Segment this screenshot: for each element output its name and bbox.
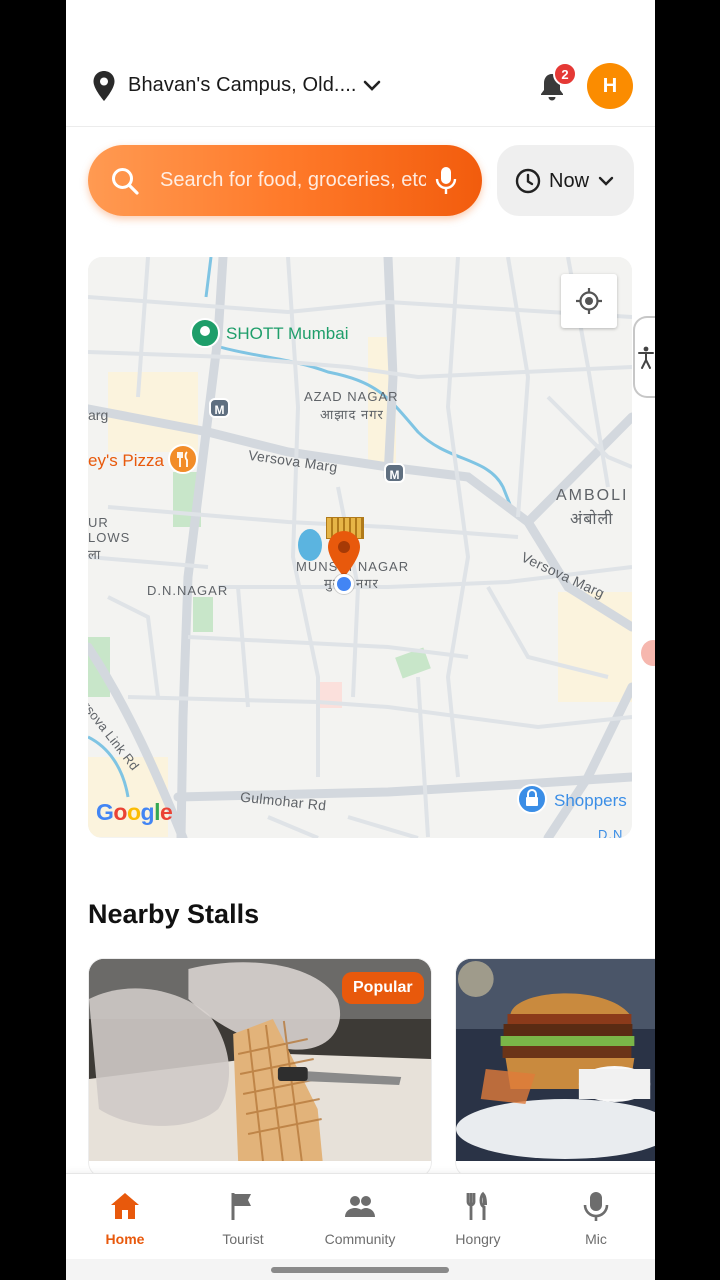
nav-mic[interactable]: Mic	[537, 1174, 655, 1260]
nav-home-label: Home	[105, 1231, 145, 1247]
map-label-shoppers: Shoppers	[554, 791, 627, 810]
app-screen: Bhavan's Campus, Old.... 2 H Search for …	[66, 0, 655, 1280]
location-selector[interactable]: Bhavan's Campus, Old....	[128, 74, 357, 97]
avatar[interactable]: H	[587, 63, 633, 109]
search-icon	[112, 168, 139, 195]
metro-icon: M	[384, 463, 405, 483]
mic-icon	[583, 1192, 609, 1221]
map-label-bungalows: UR	[88, 515, 109, 530]
nearby-stalls-title: Nearby Stalls	[88, 899, 260, 929]
bottom-navigation: Home Tourist Community Hongry Mic	[66, 1173, 655, 1259]
location-pin-icon	[93, 71, 115, 101]
map-label-azad-nagar: AZAD NAGAR	[304, 389, 399, 404]
fork-knife-icon	[466, 1191, 487, 1220]
map-label-amboli-hi: अंबोली	[570, 511, 614, 528]
map-label-pizza: ey's Pizza	[88, 451, 164, 470]
map-label-dn-nagar: D.N.NAGAR	[147, 583, 229, 598]
mic-icon[interactable]	[434, 165, 458, 197]
stall-card[interactable]	[455, 958, 655, 1178]
nav-hongry-label: Hongry	[455, 1231, 501, 1247]
notification-badge: 2	[553, 62, 577, 86]
google-logo: Google	[96, 799, 173, 825]
nav-community-label: Community	[324, 1231, 396, 1247]
clock-icon	[515, 168, 541, 194]
popular-badge: Popular	[342, 972, 424, 1004]
nav-mic-label: Mic	[585, 1231, 607, 1247]
current-location-dot	[334, 574, 354, 594]
map-label-shott: SHOTT Mumbai	[226, 324, 349, 343]
nav-tourist-label: Tourist	[222, 1231, 264, 1247]
locate-me-button[interactable]	[561, 274, 617, 328]
time-selector-button[interactable]: Now	[497, 145, 634, 216]
accessibility-icon	[638, 346, 654, 369]
edge-indicator	[641, 640, 655, 666]
search-bar[interactable]: Search for food, groceries, etc	[88, 145, 482, 216]
home-icon	[111, 1193, 139, 1219]
system-gesture-area	[66, 1259, 655, 1280]
time-selector-label: Now	[549, 170, 590, 192]
map-label-azad-nagar-hi: आझाद नगर	[320, 407, 384, 422]
stall-card[interactable]: Popular	[88, 958, 432, 1178]
metro-icon: M	[209, 398, 230, 418]
nav-community[interactable]: Community	[301, 1174, 419, 1260]
flag-icon	[231, 1193, 251, 1220]
header-divider	[66, 126, 655, 127]
home-indicator[interactable]	[271, 1267, 449, 1273]
stall-image	[456, 959, 655, 1161]
nav-tourist[interactable]: Tourist	[184, 1174, 302, 1260]
crosshair-icon	[576, 288, 602, 314]
chevron-down-icon[interactable]	[362, 76, 382, 96]
map-view[interactable]: SHOTT Mumbai M M AZAD NAGAR आझाद नगर ey'…	[88, 257, 632, 838]
chevron-down-icon	[598, 176, 614, 186]
location-header: Bhavan's Campus, Old.... 2 H	[66, 56, 655, 118]
map-label-bungalows-2: LOWS	[88, 530, 131, 545]
accessibility-tab[interactable]	[633, 316, 655, 398]
map-label-bungalows-3: ला	[88, 547, 102, 562]
map-label-amboli: AMBOLI	[556, 487, 629, 504]
location-marker-icon[interactable]	[189, 317, 221, 349]
shopping-icon	[517, 784, 547, 814]
nav-home[interactable]: Home	[66, 1174, 184, 1260]
map-label-arg: arg	[88, 407, 109, 423]
restaurant-icon	[168, 444, 198, 474]
map-label-dn-edge: D.N	[598, 827, 624, 838]
people-icon	[345, 1196, 375, 1217]
search-input[interactable]: Search for food, groceries, etc	[160, 169, 426, 192]
nav-hongry[interactable]: Hongry	[419, 1174, 537, 1260]
